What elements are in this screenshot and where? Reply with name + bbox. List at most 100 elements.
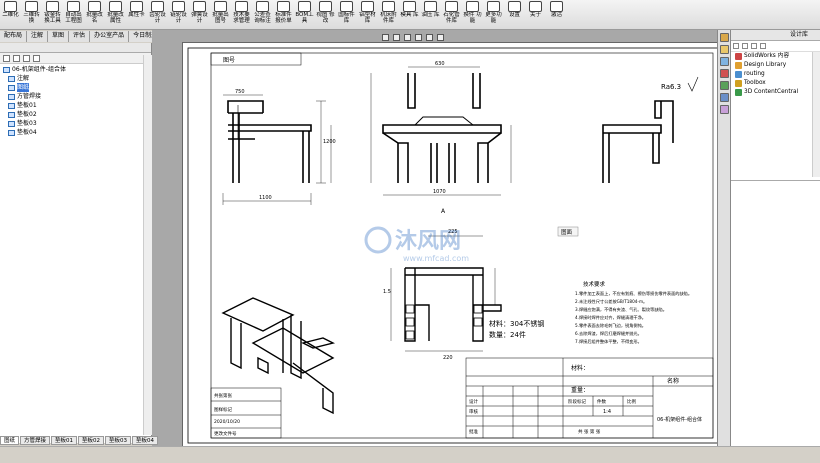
- library-node-label: Design Library: [744, 62, 787, 68]
- ribbon-tab[interactable]: 草图: [48, 31, 70, 42]
- library-node[interactable]: Toolbox: [731, 79, 820, 88]
- sheet-tab[interactable]: 垫板02: [78, 436, 105, 445]
- side-view-dims: [370, 66, 512, 196]
- title-block: [210, 357, 714, 439]
- add-location-icon[interactable]: [751, 43, 757, 49]
- design-library-panel: 设计库 SolidWorks 内容 Design Library routing To…: [730, 30, 820, 450]
- toolbar-button-label: 弹簧设 计: [191, 12, 208, 24]
- toolbar-button-label: 属性卡: [128, 12, 145, 18]
- toolbar-button[interactable]: 钣金转 换工具: [42, 0, 63, 30]
- inner-border: [210, 52, 714, 439]
- ribbon-tab[interactable]: 注解: [27, 31, 49, 42]
- display-style-icon[interactable]: [437, 34, 444, 41]
- back-icon[interactable]: [733, 43, 739, 49]
- toolbar-button[interactable]: 换件 功能: [462, 0, 483, 30]
- toolbar-button[interactable]: 属性卡: [126, 0, 147, 30]
- toolbar-button[interactable]: 铝型材 库: [357, 0, 378, 30]
- toolbar-button-icon: [214, 1, 227, 12]
- forward-icon[interactable]: [742, 43, 748, 49]
- tree-node[interactable]: 垫板01: [0, 101, 151, 110]
- tree-scrollbar[interactable]: [143, 55, 152, 435]
- toolbar-button[interactable]: 标准件 报价单: [273, 0, 294, 30]
- toolbar-button[interactable]: 批量改 名: [84, 0, 105, 30]
- tree-node[interactable]: 图纸: [0, 83, 151, 92]
- sheet-tab[interactable]: 垫板04: [132, 436, 159, 445]
- tree-node-icon: [8, 111, 15, 118]
- ribbon-tab[interactable]: 办公室产品: [90, 31, 130, 42]
- toolbar-button-label: 批量改 名: [86, 12, 103, 24]
- toolbar-button[interactable]: 公差查 询标注: [252, 0, 273, 30]
- toolbar-button-icon: [109, 1, 122, 12]
- feature-tree-icon[interactable]: [3, 55, 10, 62]
- toolbar-button[interactable]: 模具 库: [399, 0, 420, 30]
- toolbar-button[interactable]: 弹簧设 计: [189, 0, 210, 30]
- tree-node[interactable]: 注解: [0, 74, 151, 83]
- toolbar-button[interactable]: 三维转 换: [21, 0, 42, 30]
- toolbar-button[interactable]: BOM工 具: [294, 0, 315, 30]
- tree-node[interactable]: 06-机架组件-组合体: [0, 65, 151, 74]
- pan-icon[interactable]: [415, 34, 422, 41]
- toolbar-button-icon: [340, 1, 353, 12]
- drawing-canvas[interactable]: 图号 Ra6.3 1100 750 1200 1070 630 220 225 …: [152, 30, 722, 450]
- sheet-tab[interactable]: 垫板01: [51, 436, 78, 445]
- toolbar-button[interactable]: 批量出 图号: [210, 0, 231, 30]
- zoom-area-icon[interactable]: [393, 34, 400, 41]
- design-library-scrollbar[interactable]: [812, 52, 820, 177]
- sheet-tab[interactable]: 图纸: [0, 436, 20, 445]
- toolbar-button-label: 批量出 图号: [212, 12, 229, 24]
- solidworks-forum-icon[interactable]: [720, 105, 729, 114]
- toolbar-button[interactable]: 国标件 库: [336, 0, 357, 30]
- toolbar-button[interactable]: 齿轮设 计: [147, 0, 168, 30]
- ribbon-tab[interactable]: 评估: [69, 31, 91, 42]
- tree-node[interactable]: 垫板04: [0, 128, 151, 137]
- toolbar-button[interactable]: 石化管 件库: [441, 0, 462, 30]
- zoom-in-icon[interactable]: [404, 34, 411, 41]
- title-part-name: 名称: [667, 377, 679, 385]
- library-node-icon: [735, 53, 742, 60]
- toolbar-button[interactable]: 油压 库: [420, 0, 441, 30]
- library-node[interactable]: 3D ContentCentral: [731, 88, 820, 97]
- design-library-icon[interactable]: [720, 45, 729, 54]
- file-explorer-icon[interactable]: [720, 57, 729, 66]
- drawing-sheet[interactable]: 图号 Ra6.3 1100 750 1200 1070 630 220 225 …: [182, 42, 722, 447]
- title-approved: 批准: [469, 428, 478, 435]
- toolbar-button-label: 国标件 库: [338, 12, 355, 24]
- tree-node-label: 垫板02: [17, 111, 37, 118]
- tree-node[interactable]: 垫板02: [0, 110, 151, 119]
- config-icon[interactable]: [23, 55, 30, 62]
- toolbar-button[interactable]: 激活: [546, 0, 567, 30]
- toolbar-button[interactable]: 视图 修改: [315, 0, 336, 30]
- toolbar-button[interactable]: 设置: [504, 0, 525, 30]
- toolbar-button[interactable]: 机床附 件库: [378, 0, 399, 30]
- toolbar-button[interactable]: 关于: [525, 0, 546, 30]
- view-palette-icon[interactable]: [720, 69, 729, 78]
- sheet-tab[interactable]: 方管焊接: [20, 436, 51, 445]
- tree-node[interactable]: 垫板03: [0, 119, 151, 128]
- rotate-icon[interactable]: [426, 34, 433, 41]
- add-folder-icon[interactable]: [760, 43, 766, 49]
- display-icon[interactable]: [33, 55, 40, 62]
- toolbar-button[interactable]: 技术要 求管理: [231, 0, 252, 30]
- zoom-fit-icon[interactable]: [382, 34, 389, 41]
- ribbon-tab[interactable]: 配布局: [0, 31, 28, 42]
- tech-req-line: 7.焊接后组件整体平整，不得变形。: [575, 338, 642, 345]
- toolbar-button[interactable]: 链轮设 计: [168, 0, 189, 30]
- library-node-label: Toolbox: [744, 80, 766, 86]
- library-node[interactable]: routing: [731, 70, 820, 79]
- toolbar-button[interactable]: 自动出 工程图: [63, 0, 84, 30]
- appearances-icon[interactable]: [720, 81, 729, 90]
- side-view: [382, 73, 502, 183]
- tree-node[interactable]: 方管焊接: [0, 92, 151, 101]
- library-node[interactable]: SolidWorks 内容: [731, 52, 820, 61]
- resources-icon[interactable]: [720, 33, 729, 42]
- toolbar-button-label: 三维转 换: [23, 12, 40, 24]
- toolbar-button[interactable]: 二维化: [0, 0, 21, 30]
- view-toolbar: [382, 34, 502, 42]
- toolbar-button[interactable]: 更多功 能: [483, 0, 504, 30]
- property-icon[interactable]: [13, 55, 20, 62]
- custom-properties-icon[interactable]: [720, 93, 729, 102]
- sheet-tab[interactable]: 垫板03: [105, 436, 132, 445]
- toolbar-button-icon: [508, 1, 521, 12]
- toolbar-button[interactable]: 批量改 属性: [105, 0, 126, 30]
- library-node[interactable]: Design Library: [731, 61, 820, 70]
